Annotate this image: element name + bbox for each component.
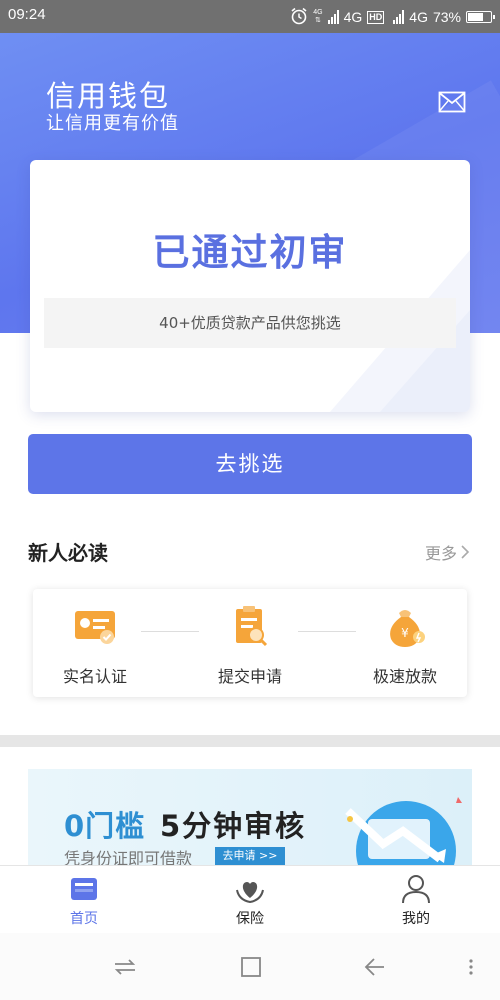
step-apply[interactable]: 提交申请 xyxy=(190,605,310,687)
approval-card: 已通过初审 40+优质贷款产品供您挑选 xyxy=(30,160,470,412)
status-time: 09:24 xyxy=(8,6,46,23)
more-label: 更多 xyxy=(425,544,458,563)
step-fast-loan[interactable]: ¥ 极速放款 xyxy=(345,605,465,687)
more-link[interactable]: 更多 xyxy=(425,540,470,564)
money-bag-icon: ¥ xyxy=(381,605,429,649)
home-square-icon[interactable] xyxy=(238,955,264,979)
battery-icon xyxy=(466,11,495,23)
clipboard-search-icon xyxy=(226,605,274,649)
data-activity-icon: 4G ⇅ xyxy=(313,9,323,24)
step-label: 极速放款 xyxy=(372,667,437,686)
section-title: 新人必读 xyxy=(28,541,108,565)
signal-icon xyxy=(327,10,339,24)
more-dots-icon[interactable] xyxy=(466,955,476,979)
banner-highlight: 0门槛 xyxy=(64,809,146,843)
tiny-network-label: 4G xyxy=(313,9,323,16)
signal-icon-2 xyxy=(393,10,405,24)
svg-text:¥: ¥ xyxy=(401,626,409,640)
step-label: 提交申请 xyxy=(217,667,282,686)
system-nav-bar xyxy=(0,933,500,1000)
section-divider xyxy=(0,735,500,747)
tab-profile[interactable]: 我的 xyxy=(366,874,466,928)
choose-button[interactable]: 去挑选 xyxy=(28,434,472,494)
id-card-icon xyxy=(71,605,119,649)
home-card-icon xyxy=(68,874,100,904)
battery-percent: 73% xyxy=(432,9,461,25)
switch-icon[interactable] xyxy=(112,955,138,979)
app-subtitle: 让信用更有价值 xyxy=(46,113,179,134)
status-icons: 4G ⇅ 4G HD 4G 73% xyxy=(290,6,495,28)
hd-badge: HD xyxy=(367,10,385,24)
mail-icon[interactable] xyxy=(438,91,466,113)
alarm-icon xyxy=(290,7,308,28)
chevron-right-icon xyxy=(461,545,470,559)
banner-subtitle: 凭身份证即可借款 xyxy=(64,849,193,865)
back-arrow-icon[interactable] xyxy=(362,955,388,979)
tab-home[interactable]: 首页 xyxy=(34,874,134,928)
step-label: 实名认证 xyxy=(62,667,127,686)
steps-panel: 实名认证 提交申请 ¥ 极速放款 xyxy=(33,589,467,697)
tab-label: 保险 xyxy=(236,911,264,927)
approval-status: 已通过初审 xyxy=(152,231,348,274)
user-icon xyxy=(400,874,432,904)
banner-apply-button[interactable]: 去申请 >> xyxy=(215,847,285,865)
card-decoration xyxy=(330,250,470,412)
status-bar: 09:24 4G ⇅ 4G HD 4G 73% xyxy=(0,0,500,33)
network-label-2: 4G xyxy=(409,9,428,25)
bottom-tab-bar: 首页 保险 我的 xyxy=(0,865,500,933)
tab-insurance[interactable]: 保险 xyxy=(200,874,300,928)
tab-label: 首页 xyxy=(70,911,98,927)
chart-illustration xyxy=(345,797,462,865)
promo-banner[interactable]: 0门槛 5分钟审核 凭身份证即可借款 去申请 >> xyxy=(28,769,472,865)
product-note: 40+优质贷款产品供您挑选 xyxy=(44,298,456,348)
insurance-heart-icon xyxy=(234,874,266,904)
banner-headline: 5分钟审核 xyxy=(160,809,307,843)
step-verify[interactable]: 实名认证 xyxy=(35,605,155,687)
network-label-1: 4G xyxy=(343,9,363,25)
tab-label: 我的 xyxy=(402,911,430,927)
